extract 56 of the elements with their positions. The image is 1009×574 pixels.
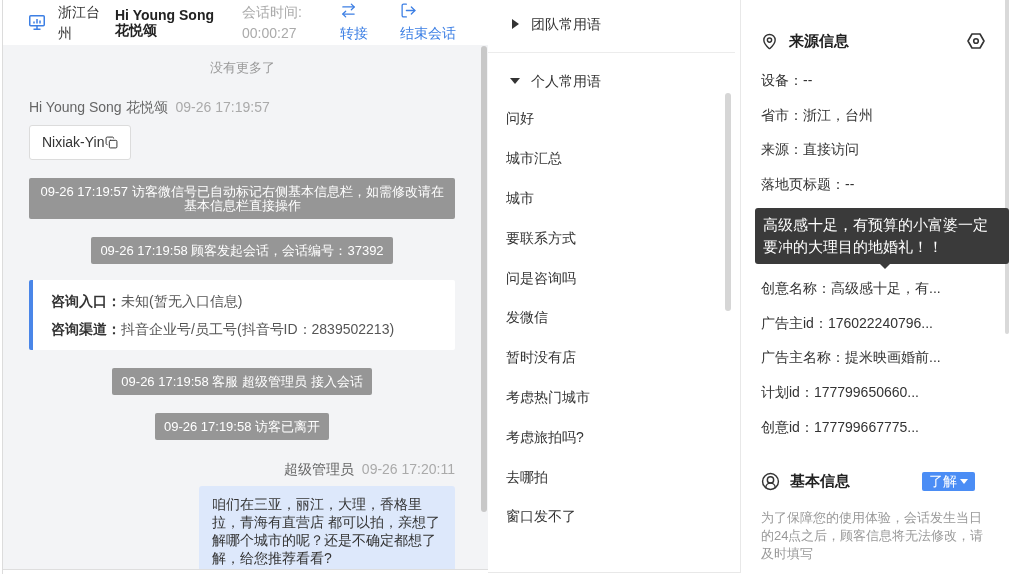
scrollbar[interactable] bbox=[725, 93, 731, 311]
message-bubble: 咱们在三亚，丽江，大理，香格里拉，青海有直营店 都可以拍，亲想了解哪个城市的呢？还是不确定都想了解，给您推荐看看? bbox=[199, 486, 455, 569]
sender-name: 超级管理员 bbox=[283, 460, 354, 478]
source-info-row-text: 广告主名称：提米映画婚前... bbox=[761, 348, 942, 368]
system-notice: 09-26 17:19:58 客服 超级管理员 接入会话 bbox=[112, 368, 372, 395]
swap-arrows-icon bbox=[340, 1, 357, 19]
sender-name: Hi Young Song 花悦颂 bbox=[29, 98, 168, 116]
tooltip-pointer-icon bbox=[880, 263, 890, 269]
message-time: 09-26 17:20:11 bbox=[361, 460, 455, 478]
source-info-row-text: 落地页标题：-- bbox=[761, 174, 856, 194]
phrase-item[interactable]: 问是咨询吗 bbox=[488, 258, 688, 298]
system-notice: 09-26 17:19:58 访客已离开 bbox=[154, 413, 330, 440]
phrase-item[interactable]: 窗口发不了 bbox=[488, 496, 688, 537]
phrase-item[interactable]: 问好 bbox=[488, 99, 688, 139]
source-info-row-text: 创意id：177799667775... bbox=[761, 417, 920, 437]
source-info-row-text: 省市：浙江，台州 bbox=[761, 105, 874, 125]
phrase-item[interactable]: 考虑热门城市 bbox=[488, 377, 688, 418]
phrase-item[interactable]: 城市汇总 bbox=[488, 138, 688, 179]
location-text: 浙江台州 bbox=[58, 2, 101, 43]
scrollbar[interactable] bbox=[481, 46, 487, 512]
session-time-label: 会话时间: bbox=[242, 2, 303, 22]
monitor-icon bbox=[29, 15, 45, 30]
source-info-row-text: 计划id：177799650660... bbox=[761, 383, 920, 403]
session-time: 00:00:27 bbox=[242, 23, 298, 43]
settings-icon[interactable] bbox=[967, 33, 985, 49]
phrase-item[interactable]: 发微信 bbox=[488, 298, 688, 338]
phrase-item[interactable]: 考虑旅拍吗? bbox=[488, 417, 688, 458]
message-text: Nixiak-Yin bbox=[42, 133, 105, 152]
copy-icon[interactable] bbox=[104, 136, 118, 149]
source-info-row-text: 创意名称：高级感十足，有... bbox=[761, 279, 942, 298]
message-time: 09-26 17:19:57 bbox=[175, 98, 270, 116]
visitor-name: Hi Young Song 花悦颂 bbox=[115, 7, 216, 38]
note-text: 为了保障您的使用体验，会话发生当日的24点之后，顾客信息将无法修改，请及时填写 bbox=[761, 509, 985, 564]
phrase-group-header[interactable]: 个人常用语 bbox=[488, 63, 601, 99]
no-more-text: 没有更多了 bbox=[209, 59, 275, 77]
transfer-button[interactable]: 转接 bbox=[340, 1, 368, 44]
source-info-row-text: 广告主id：176022240796... bbox=[761, 313, 934, 333]
info-line: 咨询渠道：抖音企业号/员工号(抖音号ID：2839502213) bbox=[51, 320, 396, 339]
phrase-item[interactable]: 要联系方式 bbox=[488, 218, 688, 259]
location-pin-icon bbox=[761, 32, 778, 50]
system-notice: 09-26 17:19:58 顾客发起会话，会话编号：37392 bbox=[91, 237, 393, 264]
phrase-item[interactable]: 暂时没有店 bbox=[488, 337, 688, 378]
section-title: 基本信息 bbox=[790, 470, 850, 491]
tooltip: 高级感十足，有预算的小富婆一定要冲的大理目的地婚礼！！ bbox=[755, 207, 1009, 264]
section-title: 来源信息 bbox=[789, 30, 849, 51]
caret-icon bbox=[960, 478, 968, 484]
source-info-row-text: 设备：-- bbox=[761, 70, 814, 90]
phrase-item[interactable]: 去哪拍 bbox=[488, 457, 688, 497]
user-circle-icon bbox=[761, 471, 780, 491]
system-notice: 09-26 17:19:57 访客微信号已自动标记右侧基本信息栏，如需修改请在基本信息栏直接操作 bbox=[29, 178, 455, 219]
phrase-group-header[interactable]: 团队常用语 bbox=[488, 6, 601, 42]
source-info-row-text: 来源：直接访问 bbox=[761, 140, 860, 160]
phrase-item[interactable]: 城市 bbox=[488, 178, 688, 219]
exit-icon bbox=[400, 1, 417, 19]
info-line: 咨询入口：未知(暂无入口信息) bbox=[51, 292, 244, 311]
end-session-button[interactable]: 结束会话 bbox=[400, 1, 456, 44]
